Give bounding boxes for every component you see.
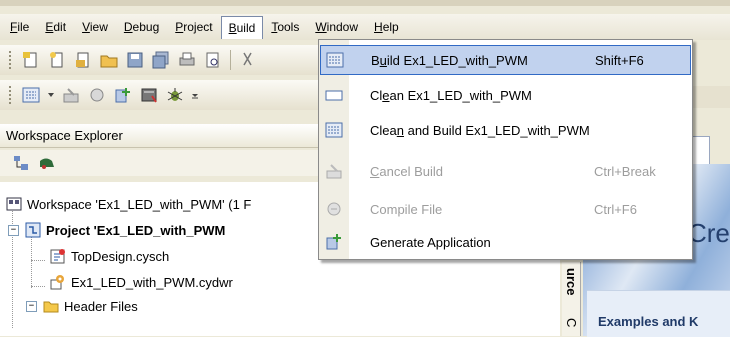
menu-file[interactable]: File <box>2 16 37 38</box>
menu-help[interactable]: Help <box>366 16 407 38</box>
tree-item-label: Workspace 'Ex1_LED_with_PWM' (1 F <box>27 196 252 212</box>
dropdown-arrow-icon[interactable] <box>47 85 55 105</box>
menu-item-shortcut: Ctrl+Break <box>594 163 656 179</box>
menu-item-label: Build Ex1_LED_with_PWM <box>371 52 528 68</box>
generate-app-icon <box>320 233 348 251</box>
save-icon[interactable] <box>125 50 145 70</box>
toolbar-grip[interactable] <box>8 50 12 70</box>
project-icon <box>25 222 41 238</box>
schematic-icon <box>50 248 66 264</box>
design-wide-resources-icon <box>50 274 66 290</box>
open-folder-icon[interactable] <box>99 50 119 70</box>
clean-build-icon <box>320 122 348 138</box>
examples-heading: Examples and K <box>598 314 699 329</box>
build-menu-dropdown: Build Ex1_LED_with_PWM Shift+F6 Clean Ex… <box>318 39 693 260</box>
standard-toolbar <box>0 45 330 75</box>
cancel-build-icon[interactable] <box>61 85 81 105</box>
menu-build[interactable]: Build <box>220 15 264 39</box>
build-toolbar <box>0 80 330 110</box>
save-all-icon[interactable] <box>151 50 171 70</box>
menu-item-clean-and-build[interactable]: Clean and Build Ex1_LED_with_PWM <box>320 115 691 145</box>
menu-item-label: Clean and Build Ex1_LED_with_PWM <box>370 122 590 138</box>
menu-item-cancel-build: Cancel Build Ctrl+Break <box>320 156 691 186</box>
right-toolbar-area <box>690 86 730 108</box>
tree-item-project[interactable]: − Project 'Ex1_LED_with_PWM <box>8 220 225 240</box>
workspace-explorer-title: Workspace Explorer <box>0 124 330 148</box>
menu-view[interactable]: View <box>74 16 116 38</box>
cancel-build-icon <box>320 163 348 179</box>
tree-item-workspace[interactable]: Workspace 'Ex1_LED_with_PWM' (1 F <box>6 194 251 214</box>
folder-icon <box>43 298 59 314</box>
tree-item-label: Ex1_LED_with_PWM.cydwr <box>71 274 233 290</box>
print-icon[interactable] <box>177 50 197 70</box>
menu-project[interactable]: Project <box>167 16 220 38</box>
compile-icon <box>320 201 348 217</box>
menu-item-label: Generate Application <box>370 234 491 250</box>
workspace-icon <box>6 196 22 212</box>
menu-item-generate-application[interactable]: Generate Application <box>320 227 691 257</box>
menu-item-label: Clean Ex1_LED_with_PWM <box>370 87 532 103</box>
menu-item-shortcut: Shift+F6 <box>595 52 644 68</box>
cut-icon[interactable] <box>238 50 258 70</box>
generate-app-icon[interactable] <box>113 85 133 105</box>
menu-debug[interactable]: Debug <box>116 16 167 38</box>
build-icon[interactable] <box>21 85 41 105</box>
tree-guide <box>31 286 45 287</box>
vertical-tab-source[interactable]: urce <box>564 268 579 295</box>
toolbar-grip-2[interactable] <box>8 85 12 105</box>
print-preview-icon[interactable] <box>203 50 223 70</box>
menu-item-clean[interactable]: Clean Ex1_LED_with_PWM <box>320 80 691 110</box>
toolbar-separator <box>230 50 231 70</box>
tree-view-icon[interactable] <box>11 153 31 173</box>
tree-item-label: TopDesign.cysch <box>71 248 170 264</box>
components-icon[interactable] <box>37 153 57 173</box>
tree-item-label: Header Files <box>64 298 138 314</box>
menu-tools[interactable]: Tools <box>263 16 307 38</box>
tree-item-header-files[interactable]: − Header Files <box>26 296 138 316</box>
tree-item-cydwr[interactable]: Ex1_LED_with_PWM.cydwr <box>50 272 233 292</box>
menu-item-label: Compile File <box>370 201 443 217</box>
title-bar-strip <box>0 0 730 6</box>
menu-edit[interactable]: Edit <box>37 16 74 38</box>
open-project-icon[interactable] <box>73 50 93 70</box>
menu-item-build[interactable]: Build Ex1_LED_with_PWM Shift+F6 <box>320 45 691 75</box>
menu-item-label: Cancel Build <box>370 163 443 179</box>
compile-icon[interactable] <box>87 85 107 105</box>
tree-guide <box>31 260 45 261</box>
menu-item-compile-file: Compile File Ctrl+F6 <box>320 194 691 224</box>
vertical-tab-components[interactable]: C <box>564 318 579 327</box>
menu-item-shortcut: Ctrl+F6 <box>594 201 637 217</box>
toolbar-overflow-icon[interactable] <box>191 85 199 105</box>
start-page-title: Cre <box>688 218 730 248</box>
collapse-icon[interactable]: − <box>26 300 37 312</box>
new-file-icon[interactable] <box>47 50 67 70</box>
program-icon[interactable] <box>139 85 159 105</box>
collapse-icon[interactable]: − <box>8 224 19 236</box>
clean-icon <box>320 88 348 102</box>
tree-item-topdesign[interactable]: TopDesign.cysch <box>50 246 169 266</box>
new-project-icon[interactable] <box>21 50 41 70</box>
tree-item-label: Project 'Ex1_LED_with_PWM <box>46 222 226 238</box>
debug-icon[interactable] <box>165 85 185 105</box>
build-icon <box>321 52 349 68</box>
menu-bar: File Edit View Debug Project Build Tools… <box>0 14 730 40</box>
menu-window[interactable]: Window <box>307 16 366 38</box>
workspace-explorer-toolbar <box>0 150 330 176</box>
